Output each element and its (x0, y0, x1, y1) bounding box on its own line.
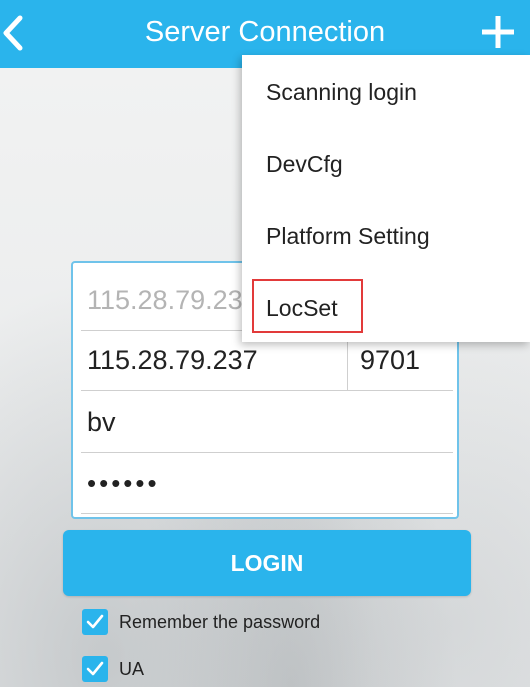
menu-item-platform-setting[interactable]: Platform Setting (266, 223, 430, 250)
username-value: bv (87, 407, 116, 437)
highlight-box (252, 279, 363, 333)
password-field[interactable]: •••••• (81, 454, 453, 514)
server-address-input[interactable]: 115.28.79.237 (81, 345, 258, 376)
menu-item-scanning-login[interactable]: Scanning login (266, 79, 417, 106)
page-title: Server Connection (144, 16, 386, 48)
ua-checkbox[interactable] (82, 656, 108, 682)
ua-label: UA (119, 658, 145, 679)
checkmark-icon (86, 614, 104, 629)
checkmark-icon (86, 661, 104, 676)
remember-password-label: Remember the password (119, 611, 321, 632)
login-button[interactable]: LOGIN (63, 530, 471, 596)
ua-option[interactable]: UA (82, 655, 144, 683)
password-value: •••••• (87, 468, 160, 498)
menu-item-devcfg[interactable]: DevCfg (266, 151, 343, 178)
remember-password-checkbox[interactable] (82, 609, 108, 635)
plus-icon[interactable] (480, 14, 516, 50)
remember-password-option[interactable]: Remember the password (82, 608, 320, 636)
username-field[interactable]: bv (81, 393, 453, 453)
server-history-value: 115.28.79.23 (87, 285, 243, 315)
